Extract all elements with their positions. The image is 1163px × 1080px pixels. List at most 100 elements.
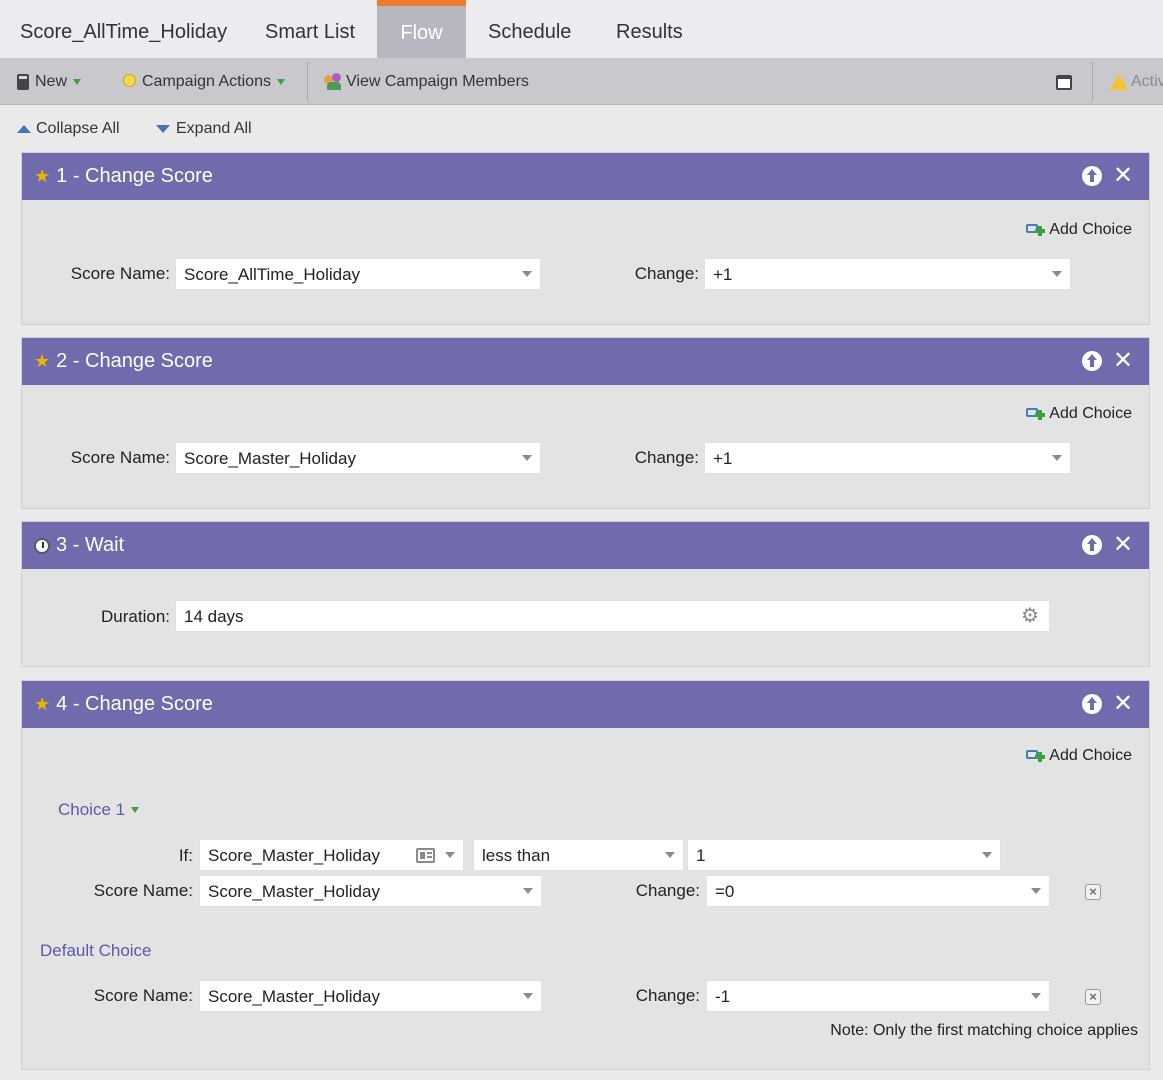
- tab-smart-list[interactable]: Smart List: [245, 0, 375, 58]
- flow-step-1: ★ 1 - Change Score ✕ Add Choice Score Na…: [21, 152, 1150, 325]
- step-title: 3 - Wait: [56, 534, 125, 556]
- chevron-down-icon: [1052, 455, 1062, 461]
- change-label: Change:: [635, 986, 700, 1005]
- clock-icon: [34, 537, 50, 554]
- close-icon[interactable]: ✕: [1113, 692, 1133, 716]
- star-icon: ★: [34, 166, 51, 186]
- new-icon: [17, 74, 29, 90]
- tab-results[interactable]: Results: [596, 0, 703, 58]
- close-icon[interactable]: ✕: [1113, 349, 1133, 373]
- tab-campaign-name[interactable]: Score_AllTime_Holiday: [0, 0, 247, 58]
- change-value: +1: [713, 265, 733, 284]
- change-select[interactable]: -1: [706, 980, 1050, 1012]
- score-name-label: Score Name:: [70, 264, 170, 283]
- step-header[interactable]: ★ 1 - Change Score ✕: [22, 153, 1149, 200]
- change-label: Change:: [635, 881, 700, 900]
- expand-all-link[interactable]: Expand All: [156, 118, 252, 140]
- change-select[interactable]: +1: [704, 258, 1071, 290]
- flow-step-4: ★ 4 - Change Score ✕ Add Choice Choice 1…: [21, 680, 1150, 1070]
- add-choice-button[interactable]: Add Choice: [1026, 405, 1132, 423]
- campaign-actions-label: Campaign Actions: [142, 73, 271, 90]
- new-menu-button[interactable]: New: [17, 71, 82, 93]
- chevron-down-icon: [523, 888, 533, 894]
- choice-1-toggle[interactable]: Choice 1: [58, 800, 140, 820]
- add-choice-icon: [1026, 221, 1046, 239]
- collapse-all-label: Collapse All: [36, 120, 120, 137]
- chevron-down-icon: [665, 852, 675, 858]
- score-name-value: Score_AllTime_Holiday: [184, 265, 361, 284]
- score-name-value: Score_Master_Holiday: [184, 449, 356, 468]
- score-name-select[interactable]: Score_AllTime_Holiday: [175, 258, 541, 290]
- close-icon[interactable]: ✕: [1113, 164, 1133, 188]
- score-name-select[interactable]: Score_Master_Holiday: [199, 980, 542, 1012]
- triangle-up-icon: [17, 125, 31, 133]
- step-header[interactable]: ★ 2 - Change Score ✕: [22, 338, 1149, 385]
- chevron-down-icon: [131, 807, 140, 813]
- score-name-select[interactable]: Score_Master_Holiday: [175, 442, 541, 474]
- move-up-icon[interactable]: [1082, 694, 1102, 714]
- campaign-actions-button[interactable]: Campaign Actions: [123, 71, 285, 93]
- condition-operator-select[interactable]: less than: [473, 839, 684, 871]
- view-campaign-members-label: View Campaign Members: [346, 73, 529, 90]
- field-picker-icon[interactable]: [416, 848, 435, 863]
- warning-icon: [1110, 74, 1128, 90]
- change-label: Change:: [634, 264, 699, 283]
- duration-label: Duration:: [101, 607, 170, 626]
- step-header[interactable]: ★ 4 - Change Score ✕: [22, 681, 1149, 728]
- score-name-value: Score_Master_Holiday: [208, 987, 380, 1006]
- chevron-down-icon: [522, 455, 532, 461]
- toolbar-divider: [1092, 62, 1093, 101]
- move-up-icon[interactable]: [1082, 535, 1102, 555]
- change-select[interactable]: +1: [704, 442, 1071, 474]
- chevron-down-icon: [1031, 993, 1041, 999]
- score-name-value: Score_Master_Holiday: [208, 882, 380, 901]
- flow-step-3: 3 - Wait ✕ Duration: 14 days ⚙: [21, 521, 1150, 667]
- activate-button[interactable]: Activ: [1110, 71, 1163, 93]
- new-label: New: [35, 73, 68, 90]
- change-select[interactable]: =0: [706, 875, 1050, 907]
- close-icon[interactable]: ✕: [1113, 533, 1133, 557]
- chevron-down-icon: [1052, 271, 1062, 277]
- window-icon[interactable]: [1056, 71, 1072, 93]
- duration-value: 14 days: [184, 607, 244, 626]
- tab-flow[interactable]: Flow: [377, 0, 466, 58]
- chevron-down-icon: [1031, 888, 1041, 894]
- move-up-icon[interactable]: [1082, 166, 1102, 186]
- expand-all-label: Expand All: [176, 120, 252, 137]
- add-choice-button[interactable]: Add Choice: [1026, 221, 1132, 239]
- remove-choice-icon[interactable]: ×: [1085, 884, 1101, 900]
- chevron-down-icon: [982, 852, 992, 858]
- add-choice-label: Add Choice: [1049, 221, 1132, 238]
- score-name-label: Score Name:: [70, 448, 170, 467]
- view-campaign-members-button[interactable]: View Campaign Members: [324, 71, 529, 93]
- gear-icon[interactable]: ⚙: [1021, 605, 1039, 627]
- tab-schedule[interactable]: Schedule: [468, 0, 591, 58]
- change-label: Change:: [634, 448, 699, 467]
- triangle-down-icon: [156, 125, 170, 133]
- score-name-label: Score Name:: [93, 881, 193, 900]
- chevron-down-icon: [73, 79, 82, 85]
- condition-operator-value: less than: [482, 846, 551, 865]
- activate-label: Activ: [1131, 73, 1163, 90]
- chevron-down-icon: [522, 271, 532, 277]
- remove-choice-icon[interactable]: ×: [1085, 989, 1101, 1005]
- add-choice-icon: [1026, 405, 1046, 423]
- collapse-all-link[interactable]: Collapse All: [17, 118, 120, 140]
- step-title: 1 - Change Score: [56, 165, 213, 187]
- condition-field-select[interactable]: Score_Master_Holiday: [199, 839, 464, 871]
- score-name-select[interactable]: Score_Master_Holiday: [199, 875, 542, 907]
- add-choice-button[interactable]: Add Choice: [1026, 747, 1132, 765]
- step-title: 2 - Change Score: [56, 350, 213, 372]
- condition-value-select[interactable]: 1: [687, 839, 1001, 871]
- duration-input[interactable]: 14 days ⚙: [175, 600, 1050, 632]
- people-icon: [324, 73, 344, 91]
- star-icon: ★: [34, 694, 51, 714]
- toolbar: New Campaign Actions View Campaign Membe…: [0, 58, 1163, 105]
- tab-bar: Score_AllTime_Holiday Smart List Flow Sc…: [0, 0, 1163, 58]
- step-header[interactable]: 3 - Wait ✕: [22, 522, 1149, 569]
- change-value: =0: [715, 882, 735, 901]
- choice-1-title: Choice 1: [58, 800, 126, 819]
- score-name-label: Score Name:: [93, 986, 193, 1005]
- move-up-icon[interactable]: [1082, 351, 1102, 371]
- star-icon: ★: [34, 351, 51, 371]
